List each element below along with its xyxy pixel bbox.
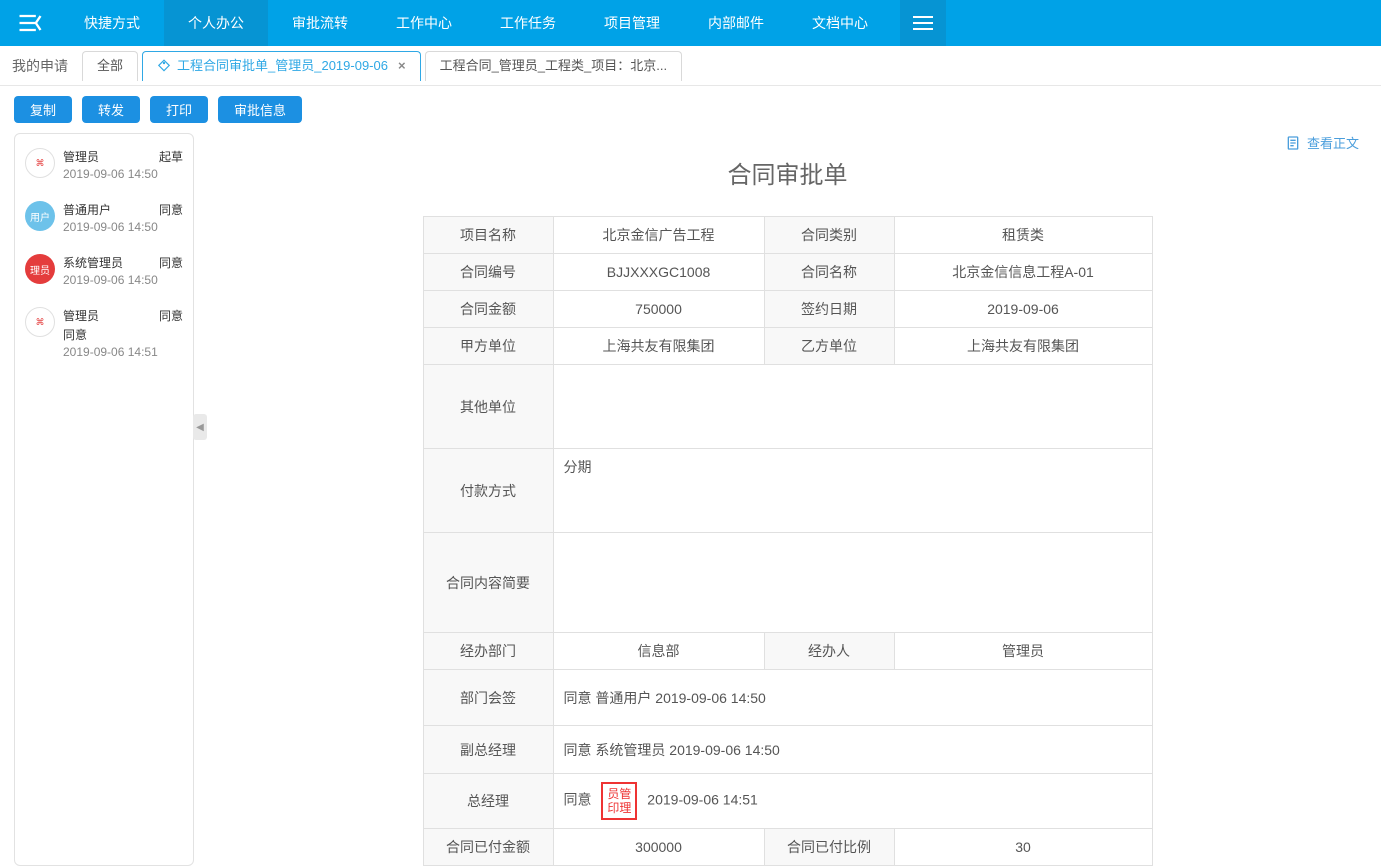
collapse-timeline-button[interactable]: ◀ bbox=[193, 414, 207, 440]
avatar: ⌘ bbox=[25, 307, 55, 337]
approval-timeline: ⌘管理员起草2019-09-06 14:50 用户普通用户同意2019-09-06… bbox=[14, 133, 194, 866]
document-icon bbox=[1285, 135, 1301, 151]
sub-tab-2[interactable]: 工程合同_管理员_工程类_项目：北京... bbox=[425, 51, 683, 81]
value-sign-date: 2019-09-06 bbox=[894, 291, 1152, 328]
value-contract-name: 北京金信信息工程A-01 bbox=[894, 254, 1152, 291]
avatar: ⌘ bbox=[25, 148, 55, 178]
label-pay-method: 付款方式 bbox=[423, 449, 553, 533]
close-tab-icon[interactable]: × bbox=[398, 52, 406, 80]
value-party-b: 上海共友有限集团 bbox=[894, 328, 1152, 365]
value-handler: 管理员 bbox=[894, 633, 1152, 670]
value-amount: 750000 bbox=[553, 291, 764, 328]
label-dept: 经办部门 bbox=[423, 633, 553, 670]
timeline-item: ⌘管理员起草2019-09-06 14:50 bbox=[25, 148, 183, 181]
label-summary: 合同内容简要 bbox=[423, 533, 553, 633]
document-area: 查看正文 合同审批单 项目名称 北京金信广告工程 合同类别 租赁类 合同编号 B… bbox=[208, 133, 1367, 866]
nav-item-0[interactable]: 快捷方式 bbox=[60, 0, 164, 46]
avatar: 理员 bbox=[25, 254, 55, 284]
hamburger-icon[interactable] bbox=[900, 0, 946, 46]
value-gm: 同意 员管印理 2019-09-06 14:51 bbox=[553, 774, 1152, 829]
value-party-a: 上海共友有限集团 bbox=[553, 328, 764, 365]
sub-tab-bar: 我的申请 全部工程合同审批单_管理员_2019-09-06×工程合同_管理员_工… bbox=[0, 46, 1381, 86]
label-gm: 总经理 bbox=[423, 774, 553, 829]
action-toolbar: 复制 转发 打印 审批信息 bbox=[0, 86, 1381, 133]
approval-info-button[interactable]: 审批信息 bbox=[218, 96, 302, 123]
value-other-unit bbox=[553, 365, 1152, 449]
value-contract-no: BJJXXXGC1008 bbox=[553, 254, 764, 291]
nav-item-2[interactable]: 审批流转 bbox=[268, 0, 372, 46]
sub-tab-0[interactable]: 全部 bbox=[82, 51, 138, 81]
value-contract-type: 租赁类 bbox=[894, 217, 1152, 254]
approval-stamp: 员管印理 bbox=[601, 782, 637, 820]
value-project-name: 北京金信广告工程 bbox=[553, 217, 764, 254]
label-contract-name: 合同名称 bbox=[764, 254, 894, 291]
nav-item-6[interactable]: 内部邮件 bbox=[684, 0, 788, 46]
tag-icon bbox=[157, 59, 171, 73]
label-dept-sign: 部门会签 bbox=[423, 670, 553, 726]
nav-item-1[interactable]: 个人办公 bbox=[164, 0, 268, 46]
label-contract-type: 合同类别 bbox=[764, 217, 894, 254]
label-party-a: 甲方单位 bbox=[423, 328, 553, 365]
value-vp: 同意 系统管理员 2019-09-06 14:50 bbox=[553, 726, 1152, 774]
label-contract-no: 合同编号 bbox=[423, 254, 553, 291]
value-pay-method: 分期 bbox=[553, 449, 1152, 533]
label-paid-ratio: 合同已付比例 bbox=[764, 829, 894, 866]
contract-form-table: 项目名称 北京金信广告工程 合同类别 租赁类 合同编号 BJJXXXGC1008… bbox=[423, 216, 1153, 866]
sub-tab-1[interactable]: 工程合同审批单_管理员_2019-09-06× bbox=[142, 51, 421, 81]
print-button[interactable]: 打印 bbox=[150, 96, 208, 123]
value-summary bbox=[553, 533, 1152, 633]
nav-item-7[interactable]: 文档中心 bbox=[788, 0, 892, 46]
nav-item-5[interactable]: 项目管理 bbox=[580, 0, 684, 46]
timeline-item: ⌘管理员同意同意2019-09-06 14:51 bbox=[25, 307, 183, 359]
label-sign-date: 签约日期 bbox=[764, 291, 894, 328]
value-paid-amount: 300000 bbox=[553, 829, 764, 866]
label-other-unit: 其他单位 bbox=[423, 365, 553, 449]
document-title: 合同审批单 bbox=[208, 155, 1367, 190]
nav-item-3[interactable]: 工作中心 bbox=[372, 0, 476, 46]
nav-item-4[interactable]: 工作任务 bbox=[476, 0, 580, 46]
timeline-item: 理员系统管理员同意2019-09-06 14:50 bbox=[25, 254, 183, 287]
top-nav: 快捷方式个人办公审批流转工作中心工作任务项目管理内部邮件文档中心 bbox=[0, 0, 1381, 46]
value-paid-ratio: 30 bbox=[894, 829, 1152, 866]
label-project-name: 项目名称 bbox=[423, 217, 553, 254]
copy-button[interactable]: 复制 bbox=[14, 96, 72, 123]
label-paid-amount: 合同已付金额 bbox=[423, 829, 553, 866]
value-dept-sign: 同意 普通用户 2019-09-06 14:50 bbox=[553, 670, 1152, 726]
label-amount: 合同金额 bbox=[423, 291, 553, 328]
timeline-item: 用户普通用户同意2019-09-06 14:50 bbox=[25, 201, 183, 234]
value-dept: 信息部 bbox=[553, 633, 764, 670]
label-handler: 经办人 bbox=[764, 633, 894, 670]
label-party-b: 乙方单位 bbox=[764, 328, 894, 365]
avatar: 用户 bbox=[25, 201, 55, 231]
logo-icon[interactable] bbox=[0, 0, 60, 46]
view-original-link[interactable]: 查看正文 bbox=[1285, 133, 1359, 152]
label-vp: 副总经理 bbox=[423, 726, 553, 774]
sub-title: 我的申请 bbox=[12, 56, 68, 76]
forward-button[interactable]: 转发 bbox=[82, 96, 140, 123]
